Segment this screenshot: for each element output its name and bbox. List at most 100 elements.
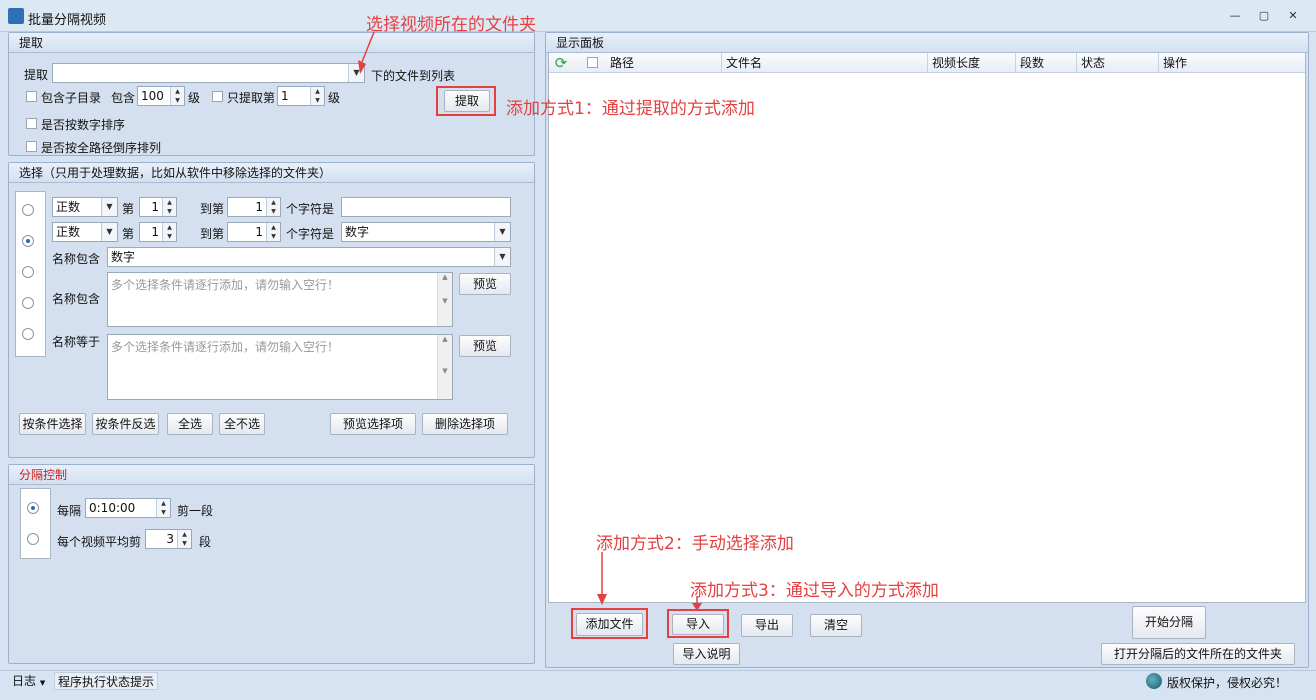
import-button[interactable]: 导入 [672,614,724,635]
spin-arrows-icon[interactable]: ▲ ▼ [177,530,191,548]
row4-textarea[interactable]: 多个选择条件请逐行添加，请勿输入空行！ ▲ ▼ [107,272,453,327]
levels-stepper[interactable]: 100 ▲ ▼ [137,86,185,106]
row3-value: 数字 [111,250,136,264]
segments-stepper[interactable]: 3 ▲ ▼ [145,529,192,549]
spin-arrows-icon[interactable]: ▲ ▼ [162,223,176,241]
export-button[interactable]: 导出 [741,614,793,637]
row1-value-input[interactable] [341,197,511,217]
start-split-button[interactable]: 开始分隔 [1132,606,1206,639]
col-filename[interactable]: 文件名 [722,53,928,73]
invert-by-condition-button[interactable]: 按条件反选 [92,413,159,435]
select-by-condition-button[interactable]: 按条件选择 [19,413,86,435]
col-status[interactable]: 状态 [1077,53,1159,73]
chevron-down-icon[interactable]: ▼ [101,223,117,241]
col-path[interactable]: 路径 [606,53,722,73]
select-all-checkbox[interactable] [587,57,598,68]
row3-label: 名称包含 [52,252,101,266]
levels-value: 100 [141,89,164,103]
delete-selection-button[interactable]: 删除选择项 [422,413,508,435]
include-subdir-label: 包含子目录 [41,91,102,105]
radio-row1[interactable] [22,204,34,216]
display-header: 显示面板 [546,33,1308,53]
row1-type-select[interactable]: 正数 ▼ [52,197,118,217]
chevron-down-icon[interactable]: ▼ [494,223,510,241]
minimize-button[interactable]: — [1226,9,1244,23]
spin-arrows-icon[interactable]: ▲ ▼ [266,198,280,216]
radio-row2[interactable] [22,235,34,247]
chevron-down-icon: ▼ [39,679,46,687]
segment-unit: 段 [199,535,212,549]
maximize-button[interactable]: ▢ [1255,9,1273,23]
row4-preview-button[interactable]: 预览 [459,273,511,295]
row2-type-select[interactable]: 正数 ▼ [52,222,118,242]
col-action[interactable]: 操作 [1159,53,1305,73]
level-unit: 级 [188,91,201,105]
row2-from-value: 1 [151,225,159,239]
col-segments[interactable]: 段数 [1016,53,1077,73]
open-output-folder-button[interactable]: 打开分隔后的文件所在的文件夹 [1101,643,1295,665]
row2-to-value: 1 [255,225,263,239]
scrollbar[interactable]: ▲ ▼ [437,335,452,399]
extract-suffix: 下的文件到列表 [371,69,456,83]
row2-to-stepper[interactable]: 1 ▲ ▼ [227,222,281,242]
chevron-down-icon[interactable]: ▼ [101,198,117,216]
row5-textarea[interactable]: 多个选择条件请逐行添加，请勿输入空行！ ▲ ▼ [107,334,453,400]
status-hint: 程序执行状态提示 [54,672,158,690]
refresh-icon[interactable]: ⟳ [551,54,571,72]
extract-button[interactable]: 提取 [444,90,490,112]
row2-dao: 到第 [200,227,225,241]
add-file-button[interactable]: 添加文件 [576,613,643,636]
row5-label: 名称等于 [52,335,101,349]
row1-di: 第 [122,202,135,216]
row2-chars: 个字符是 [286,227,335,241]
row5-preview-button[interactable]: 预览 [459,335,511,357]
row1-chars: 个字符是 [286,202,335,216]
extract-path-combo[interactable]: ▼ [52,63,365,83]
radio-row5[interactable] [22,328,34,340]
window-title: 批量分隔视频 [28,13,107,28]
import-help-button[interactable]: 导入说明 [673,643,740,665]
include-subdir-checkbox[interactable] [26,91,37,102]
row2-type-value: 正数 [56,225,81,239]
radio-average[interactable] [27,533,39,545]
reverse-sort-checkbox[interactable] [26,141,37,152]
spin-arrows-icon[interactable]: ▲ ▼ [266,223,280,241]
col-duration[interactable]: 视频长度 [928,53,1016,73]
row2-from-stepper[interactable]: 1 ▲ ▼ [139,222,177,242]
select-none-button[interactable]: 全不选 [219,413,265,435]
select-all-button[interactable]: 全选 [167,413,213,435]
row2-di: 第 [122,227,135,241]
only-extract-checkbox[interactable] [212,91,223,102]
radio-every[interactable] [27,502,39,514]
only-level-stepper[interactable]: 1 ▲ ▼ [277,86,325,106]
segments-value: 3 [166,532,174,546]
row4-label: 名称包含 [52,292,101,306]
row2-value-select[interactable]: 数字 ▼ [341,222,511,242]
annotation-method-1: 添加方式1：通过提取的方式添加 [506,99,755,119]
close-button[interactable]: ✕ [1284,9,1302,23]
scrollbar[interactable]: ▲ ▼ [437,273,452,326]
numeric-sort-checkbox[interactable] [26,118,37,129]
only-level-value: 1 [281,89,289,103]
reverse-sort-label: 是否按全路径倒序排列 [41,141,162,155]
log-dropdown[interactable]: 日志 ▼ [8,672,54,690]
average-label: 每个视频平均剪 [57,535,142,549]
clear-button[interactable]: 清空 [810,614,862,637]
interval-stepper[interactable]: 0:10:00 ▲ ▼ [85,498,171,518]
row3-value-select[interactable]: 数字 ▼ [107,247,511,267]
spin-arrows-icon[interactable]: ▲ ▼ [162,198,176,216]
preview-selection-button[interactable]: 预览选择项 [330,413,416,435]
row1-to-stepper[interactable]: 1 ▲ ▼ [227,197,281,217]
title-bar [0,0,1316,32]
row1-to-value: 1 [255,200,263,214]
split-panel: 分隔控制 [8,464,535,664]
row1-from-value: 1 [151,200,159,214]
chevron-down-icon[interactable]: ▼ [494,248,510,266]
spin-arrows-icon[interactable]: ▲ ▼ [156,499,170,517]
radio-row3[interactable] [22,266,34,278]
row1-type-value: 正数 [56,200,81,214]
row1-from-stepper[interactable]: 1 ▲ ▼ [139,197,177,217]
spin-arrows-icon[interactable]: ▲ ▼ [170,87,184,105]
radio-row4[interactable] [22,297,34,309]
spin-arrows-icon[interactable]: ▲ ▼ [310,87,324,105]
